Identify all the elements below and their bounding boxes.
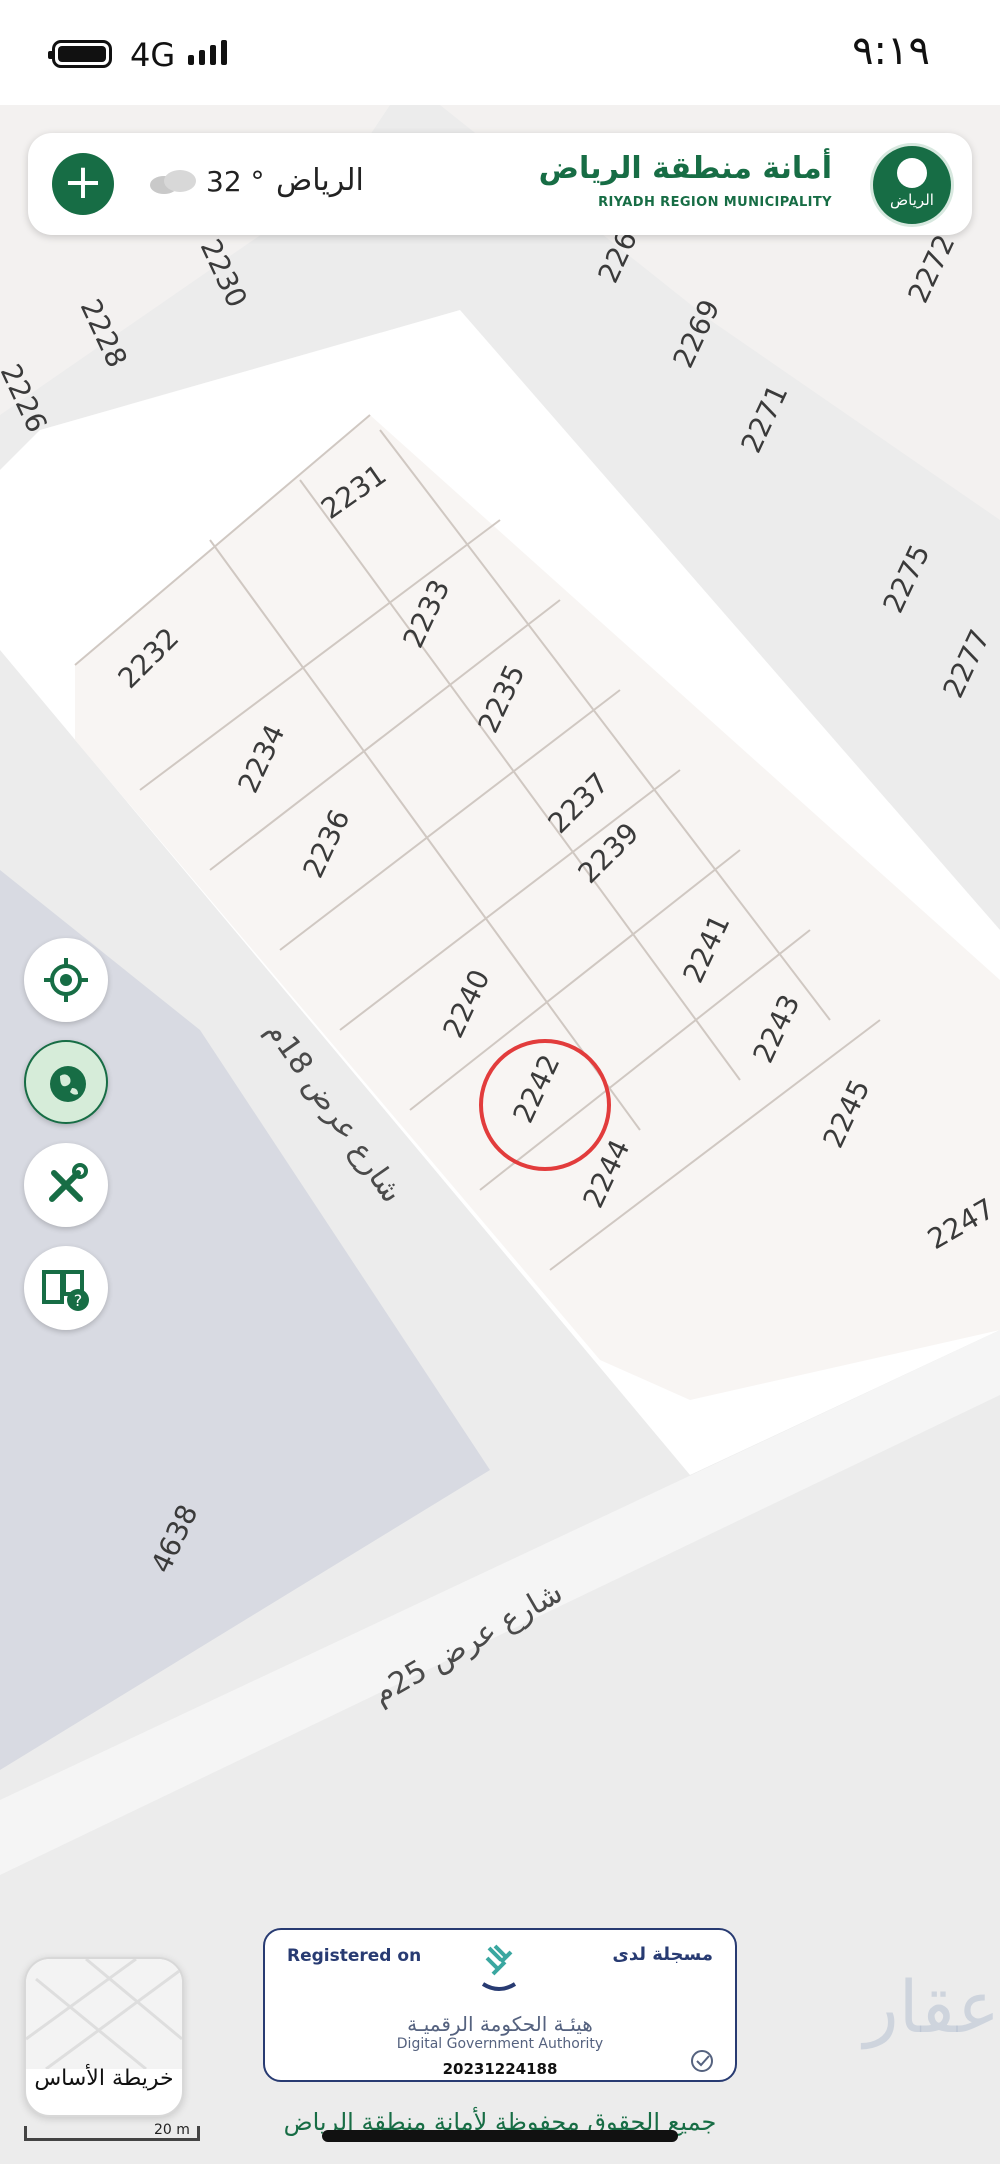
locate-button[interactable] bbox=[24, 938, 108, 1022]
header-card: + 32 ° الرياض أمانة منطقة الرياض RIYADH … bbox=[28, 133, 972, 235]
globe-icon bbox=[50, 1066, 86, 1102]
map-canvas[interactable]: 2228 2226 2230 2261 2272 2269 2271 2275 … bbox=[0, 105, 1000, 2164]
brand-name-en: RIYADH REGION MUNICIPALITY bbox=[598, 195, 832, 210]
signal-icon bbox=[188, 40, 227, 65]
tools-button[interactable] bbox=[24, 1143, 108, 1227]
city-name: الرياض bbox=[276, 163, 364, 198]
verified-check-icon bbox=[691, 2050, 713, 2072]
basemap-thumbnail bbox=[26, 1959, 182, 2069]
home-indicator bbox=[322, 2130, 678, 2142]
registration-number: 20231224188 bbox=[442, 2060, 558, 2078]
layers-button[interactable] bbox=[24, 1040, 108, 1124]
status-bar: 4G ٩:١٩ bbox=[0, 0, 1000, 105]
help-button[interactable]: ? bbox=[24, 1246, 108, 1330]
registered-on-label: Registered on bbox=[287, 1946, 422, 1966]
watermark: عقار bbox=[863, 1965, 1000, 2049]
authority-name-en: Digital Government Authority bbox=[396, 2036, 604, 2052]
network-type: 4G bbox=[130, 36, 176, 74]
registered-on-label-ar: مسجلة لدى bbox=[612, 1944, 713, 1965]
registration-card[interactable]: Registered on مسجلة لدى هيئـة الحكومة ال… bbox=[263, 1928, 737, 2082]
dga-logo-icon bbox=[481, 1944, 517, 1991]
crosshair-icon bbox=[44, 958, 88, 1002]
basemap-label: خريطة الأساس bbox=[34, 2066, 174, 2091]
tools-icon bbox=[49, 1163, 88, 1202]
basemap-button[interactable]: خريطة الأساس bbox=[24, 1957, 184, 2117]
cloud-icon bbox=[150, 170, 196, 194]
battery-icon bbox=[48, 40, 112, 68]
add-button[interactable]: + bbox=[52, 153, 114, 215]
authority-name-ar: هيئـة الحكومة الرقميـة bbox=[407, 2012, 593, 2036]
svg-text:?: ? bbox=[74, 1291, 83, 1310]
municipality-logo: الرياض bbox=[870, 143, 954, 227]
brand-name-ar: أمانة منطقة الرياض bbox=[538, 151, 832, 186]
clock: ٩:١٩ bbox=[852, 28, 930, 74]
temperature: 32 ° bbox=[206, 165, 265, 198]
book-help-icon: ? bbox=[42, 1270, 89, 1311]
